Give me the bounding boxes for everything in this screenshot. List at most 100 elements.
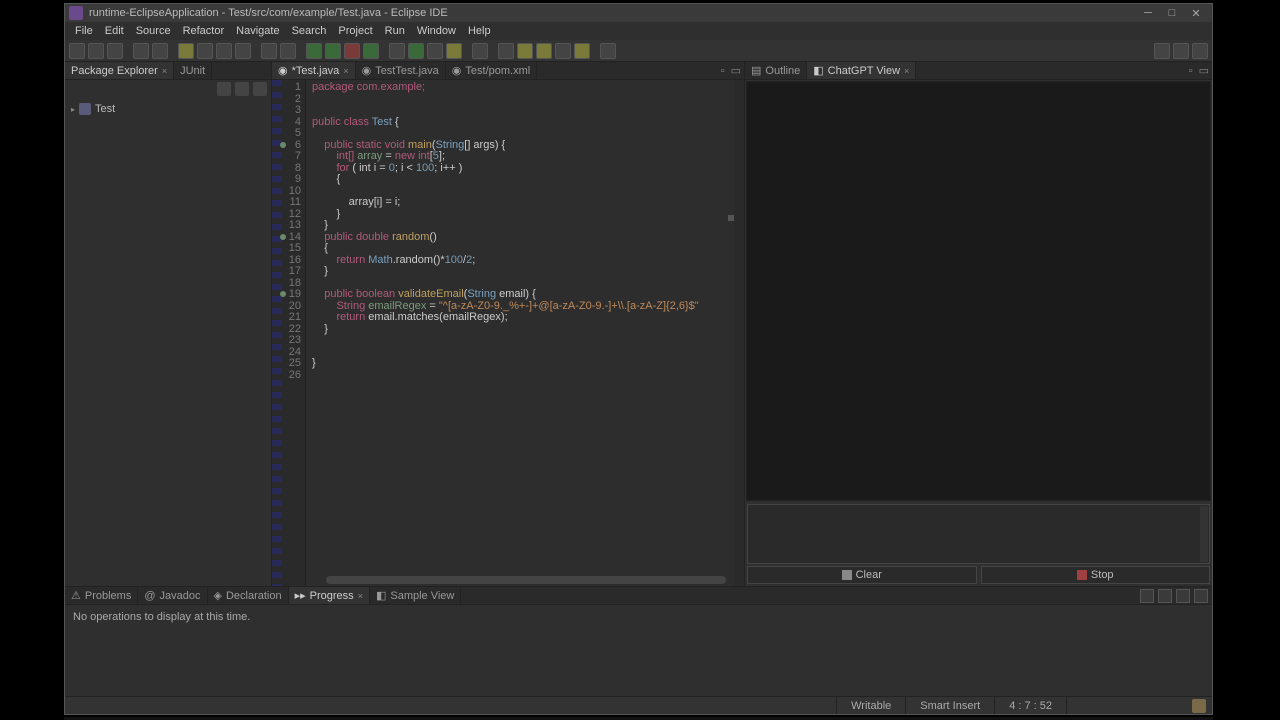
tool-block-selection[interactable] [216, 43, 232, 59]
tab-package-explorer[interactable]: Package Explorer × [65, 62, 174, 79]
tool-save[interactable] [88, 43, 104, 59]
editor-tab-testtest[interactable]: ◉ TestTest.java [356, 62, 446, 79]
progress-body: No operations to display at this time. [65, 605, 1212, 696]
tool-run-last[interactable] [363, 43, 379, 59]
clear-button[interactable]: Clear [747, 566, 977, 584]
chat-input[interactable] [747, 504, 1210, 564]
tool-coverage[interactable] [344, 43, 360, 59]
close-icon[interactable]: × [162, 66, 167, 76]
overview-ruler-mark[interactable] [728, 215, 734, 221]
tool-annotation-next[interactable] [280, 43, 296, 59]
tool-show-whitespace[interactable] [235, 43, 251, 59]
minimize-icon[interactable] [1176, 589, 1190, 603]
bottom-panel: ⚠ Problems @ Javadoc ◈ Declaration ▸▸ Pr… [65, 586, 1212, 696]
tool-new-class[interactable] [389, 43, 405, 59]
view-menu-icon[interactable] [1158, 589, 1172, 603]
package-explorer-toolbar [65, 80, 271, 98]
code-editor[interactable]: package com.example; public class Test {… [306, 80, 734, 586]
left-tabbar: Package Explorer × JUnit [65, 62, 271, 80]
titlebar: runtime-EclipseApplication - Test/src/co… [65, 4, 1212, 22]
chat-output[interactable] [746, 81, 1211, 501]
tool-pin[interactable] [600, 43, 616, 59]
javadoc-icon: @ [144, 590, 155, 602]
editor-tab-pom[interactable]: ◉ Test/pom.xml [446, 62, 537, 79]
tool-back[interactable] [498, 43, 514, 59]
menu-source[interactable]: Source [130, 25, 177, 37]
chat-input-scrollbar[interactable] [1200, 506, 1208, 562]
close-button[interactable]: ✕ [1184, 6, 1208, 20]
tool-quick-access[interactable] [1154, 43, 1170, 59]
close-icon[interactable]: × [343, 66, 348, 76]
view-menu-icon[interactable] [253, 82, 267, 96]
project-node[interactable]: ▸ Test [69, 102, 267, 116]
tab-junit[interactable]: JUnit [174, 62, 212, 79]
tool-new-package[interactable] [408, 43, 424, 59]
stop-button[interactable]: Stop [981, 566, 1211, 584]
menu-edit[interactable]: Edit [99, 25, 130, 37]
toolbar [65, 40, 1212, 62]
tool-annotation-prev[interactable] [261, 43, 277, 59]
tip-icon[interactable] [1192, 699, 1206, 713]
window-title: runtime-EclipseApplication - Test/src/co… [89, 7, 448, 19]
tool-forward-history[interactable] [536, 43, 552, 59]
maximize-button[interactable]: □ [1160, 6, 1184, 20]
line-gutter[interactable]: 1234567891011121314151617181920212223242… [282, 80, 306, 586]
tool-back-history[interactable] [517, 43, 533, 59]
menu-refactor[interactable]: Refactor [177, 25, 231, 37]
status-writable: Writable [836, 697, 905, 714]
sample-icon: ◧ [376, 589, 386, 602]
link-editor-icon[interactable] [235, 82, 249, 96]
editor-minimize-icon[interactable]: ▫ [718, 65, 728, 77]
menu-search[interactable]: Search [286, 25, 333, 37]
tab-label: Problems [85, 590, 131, 602]
tool-last-edit[interactable] [555, 43, 571, 59]
button-label: Clear [856, 569, 882, 581]
tool-open-type[interactable] [427, 43, 443, 59]
remove-all-icon[interactable] [1140, 589, 1154, 603]
horizontal-scrollbar[interactable] [326, 576, 726, 584]
menu-help[interactable]: Help [462, 25, 497, 37]
editor-tabbar: ◉ *Test.java × ◉ TestTest.java ◉ Test/po… [272, 62, 744, 80]
view-maximize-icon[interactable]: ▭ [1196, 64, 1212, 77]
close-icon[interactable]: × [904, 66, 909, 76]
menu-run[interactable]: Run [379, 25, 411, 37]
folding-ruler[interactable] [272, 80, 282, 586]
tab-javadoc[interactable]: @ Javadoc [138, 587, 207, 604]
vertical-scrollbar[interactable] [734, 80, 744, 586]
collapse-all-icon[interactable] [217, 82, 231, 96]
tab-problems[interactable]: ⚠ Problems [65, 587, 138, 604]
tool-saveall[interactable] [107, 43, 123, 59]
tab-chatgpt[interactable]: ◧ ChatGPT View × [807, 62, 916, 79]
tool-forward[interactable] [574, 43, 590, 59]
expand-caret-icon[interactable]: ▸ [71, 105, 75, 114]
minimize-button[interactable]: ─ [1136, 6, 1160, 20]
tool-open-perspective[interactable] [1173, 43, 1189, 59]
tool-mark-occurrences[interactable] [197, 43, 213, 59]
tab-declaration[interactable]: ◈ Declaration [208, 587, 289, 604]
view-minimize-icon[interactable]: ▫ [1186, 65, 1196, 77]
tool-java-perspective[interactable] [1192, 43, 1208, 59]
tool-debug[interactable] [325, 43, 341, 59]
file-icon: ◉ [278, 64, 288, 77]
menu-window[interactable]: Window [411, 25, 462, 37]
tool-toggle-breadcrumb[interactable] [178, 43, 194, 59]
editor-tab-test[interactable]: ◉ *Test.java × [272, 62, 356, 79]
close-icon[interactable]: × [358, 591, 363, 601]
tab-sample[interactable]: ◧ Sample View [370, 587, 461, 604]
tool-open-task[interactable] [472, 43, 488, 59]
tool-new[interactable] [69, 43, 85, 59]
tool-search[interactable] [446, 43, 462, 59]
menu-project[interactable]: Project [332, 25, 378, 37]
progress-message: No operations to display at this time. [73, 611, 250, 623]
editor-maximize-icon[interactable]: ▭ [728, 64, 744, 77]
maximize-icon[interactable] [1194, 589, 1208, 603]
package-explorer-tree[interactable]: ▸ Test [65, 98, 271, 586]
menu-navigate[interactable]: Navigate [230, 25, 285, 37]
tab-progress[interactable]: ▸▸ Progress × [289, 587, 370, 604]
tool-redo[interactable] [152, 43, 168, 59]
tab-outline[interactable]: ▤ Outline [745, 62, 807, 79]
tool-run[interactable] [306, 43, 322, 59]
tool-undo[interactable] [133, 43, 149, 59]
problems-icon: ⚠ [71, 589, 81, 602]
menu-file[interactable]: File [69, 25, 99, 37]
